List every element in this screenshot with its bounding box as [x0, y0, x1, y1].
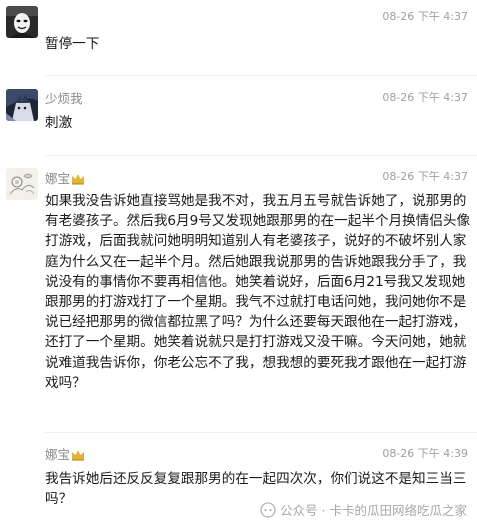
avatar[interactable] [6, 6, 38, 38]
message-text: 刺激 [45, 115, 73, 131]
message-divider [45, 155, 477, 156]
sender-name[interactable]: 少烦我 [45, 91, 83, 107]
message-feed: 08-26 下午 4:37 暂停一下 少烦我 08-26 下午 4:37 刺激 [0, 0, 477, 531]
watermark: 公众号 · 卡卡的瓜田网络吃瓜之家 [260, 500, 467, 519]
sender-name[interactable]: 娜宝 [45, 447, 85, 463]
watermark-text: 公众号 · 卡卡的瓜田网络吃瓜之家 [280, 503, 467, 518]
sender-name[interactable]: 娜宝 [45, 171, 85, 187]
message-timestamp: 08-26 下午 4:37 [382, 170, 468, 183]
message-text: 如果我没告诉她直接骂她是我不对，我五月五号就告诉她了，说那男的有老婆孩子。然后我… [45, 193, 471, 391]
anime-character-avatar-icon [6, 89, 38, 121]
message-timestamp: 08-26 下午 4:37 [382, 91, 468, 104]
crown-icon [71, 449, 85, 461]
message-text: 暂停一下 [45, 36, 100, 52]
message-divider [45, 75, 477, 76]
sender-name-label: 娜宝 [45, 171, 71, 186]
crown-icon [71, 173, 85, 185]
flower-sketch-avatar-icon [6, 168, 38, 200]
masked-person-avatar-icon [6, 6, 38, 38]
message-timestamp: 08-26 下午 4:37 [382, 10, 468, 23]
message-divider [45, 432, 477, 433]
message-timestamp: 08-26 下午 4:39 [382, 447, 468, 460]
wechat-official-account-icon [260, 501, 276, 518]
avatar[interactable] [6, 168, 38, 200]
avatar[interactable] [6, 89, 38, 121]
sender-name-label: 娜宝 [45, 447, 71, 462]
